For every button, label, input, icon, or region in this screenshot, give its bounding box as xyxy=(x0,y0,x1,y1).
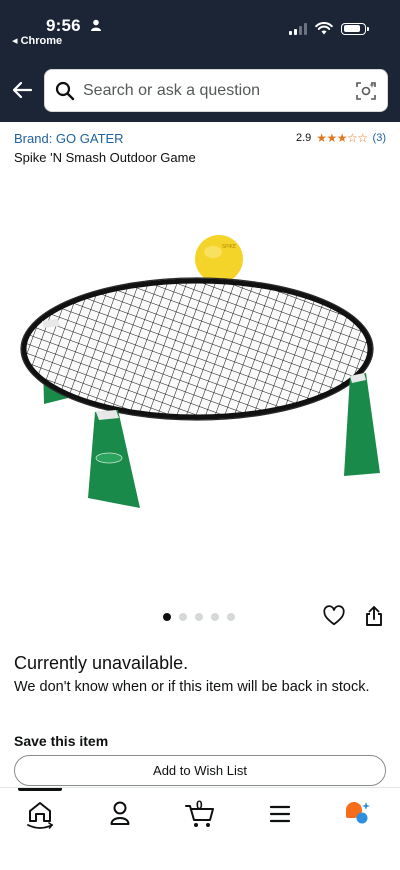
carousel-dot[interactable] xyxy=(163,613,171,621)
menu-icon[interactable] xyxy=(260,798,300,832)
active-tab-indicator xyxy=(18,788,62,791)
cart-count: 0 xyxy=(196,798,203,812)
svg-text:SPIKE: SPIKE xyxy=(222,244,236,250)
search-input[interactable] xyxy=(81,70,341,111)
back-to-app-link[interactable]: ◂ Chrome xyxy=(12,34,62,47)
rufus-icon[interactable] xyxy=(340,798,380,832)
person-icon xyxy=(91,19,101,31)
add-to-wish-list-button[interactable]: Add to Wish List xyxy=(14,755,386,786)
bottom-navigation: 0 xyxy=(0,787,400,870)
availability-status: Currently unavailable. xyxy=(14,653,189,673)
camera-lens-icon[interactable] xyxy=(355,80,377,102)
carousel-dot[interactable] xyxy=(179,613,187,621)
rating-summary[interactable]: 2.9 ★★★☆☆ (3) xyxy=(296,131,386,145)
share-icon[interactable] xyxy=(364,605,384,627)
battery-icon xyxy=(341,22,369,35)
carousel-dot[interactable] xyxy=(195,613,203,621)
rating-value: 2.9 xyxy=(295,132,312,144)
carousel-dot[interactable] xyxy=(211,613,219,621)
home-icon[interactable] xyxy=(20,798,60,832)
cellular-signal-icon xyxy=(289,22,307,35)
search-header xyxy=(0,58,400,122)
star-rating-icon: ★★★☆☆ xyxy=(316,131,368,145)
image-carousel-dots[interactable] xyxy=(163,613,235,621)
account-icon[interactable] xyxy=(100,798,140,832)
status-indicators xyxy=(289,22,369,35)
back-arrow-icon[interactable] xyxy=(10,78,34,102)
wifi-icon xyxy=(315,22,333,35)
status-bar: 9:56 ◂ Chrome xyxy=(0,0,400,58)
carousel-dot[interactable] xyxy=(227,613,235,621)
availability-message: We don't know when or if this item will … xyxy=(14,679,370,695)
status-time: 9:56 xyxy=(46,16,81,35)
brand-link[interactable]: Brand: GO GATER xyxy=(14,131,124,146)
search-box[interactable] xyxy=(44,69,388,112)
product-title: Spike 'N Smash Outdoor Game xyxy=(14,150,196,165)
save-item-heading: Save this item xyxy=(14,733,109,749)
search-icon xyxy=(55,81,75,101)
product-image[interactable]: SPIKE xyxy=(0,190,400,590)
rating-count-link[interactable]: (3) xyxy=(373,132,386,144)
heart-icon[interactable] xyxy=(323,605,345,627)
ball xyxy=(195,235,243,283)
cart-button[interactable]: 0 xyxy=(180,798,220,832)
